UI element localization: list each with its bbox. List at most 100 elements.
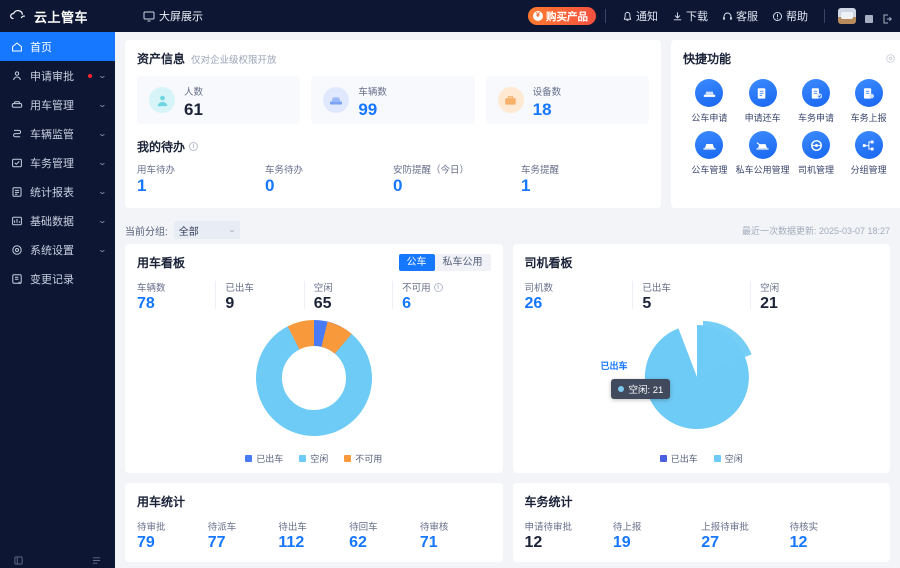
car-manage-icon (11, 99, 23, 111)
chevron-down-icon: ⌄ (97, 245, 108, 254)
quick-item-car-apply[interactable]: 公车申请 (683, 79, 736, 124)
todo-value: 0 (265, 176, 275, 195)
stat-label: 待审核 (419, 522, 449, 533)
quick-item-label: 司机管理 (797, 165, 834, 175)
gear-icon[interactable] (885, 51, 896, 63)
header-item-download[interactable]: 下载 (672, 8, 708, 24)
header-item-help[interactable]: 帮助 (772, 8, 808, 24)
quick-item-private-car[interactable]: 私车公用管理 (736, 131, 790, 176)
chevron-down-icon: ⌄ (97, 158, 108, 167)
stat-cell[interactable]: 待上报 19 (613, 519, 701, 552)
quick-item-service-report[interactable]: 车务上报 (842, 79, 895, 124)
group-select[interactable]: 全部 ⌄ (173, 221, 240, 239)
todo-cell[interactable]: 用车待办 1 (137, 162, 265, 196)
sidebar-item-label: 车辆监管 (30, 128, 74, 141)
asset-tile-value: 18 (532, 99, 552, 119)
quick-item-driver[interactable]: 司机管理 (790, 131, 843, 176)
driver-board-card: 司机看板 司机数 26 已出车 5 空闲 21 已出车 空闲 空闲: 21 已出… (512, 244, 890, 473)
quick-functions-card: 快捷功能 公车申请 申请还车 车务申请 车务上报 公车管理 私车公用管理 司机管… (671, 40, 900, 208)
grid-icon[interactable] (864, 11, 874, 23)
driver-icon (802, 131, 830, 159)
logout-icon[interactable] (882, 11, 892, 24)
stat-label: 待出车 (278, 522, 307, 533)
brand-name: 云上管车 (34, 9, 89, 25)
sidebar-item-car-manage[interactable]: 用车管理 ⌄ (0, 90, 115, 119)
top-row: 资产信息 仅对企业级权限开放 人数 61 车辆数 99 设备数 18 我的待办 … (125, 40, 900, 208)
todo-cell[interactable]: 车务待办 0 (265, 162, 393, 196)
service-apply-icon (802, 79, 830, 107)
stat-cell[interactable]: 申请待审批 12 (525, 519, 613, 552)
sidebar-item-system-settings[interactable]: 系统设置 ⌄ (0, 235, 115, 264)
sidebar-item-change-log[interactable]: 变更记录 (0, 264, 115, 293)
legend-label: 已出车 (256, 454, 284, 464)
stat-cell[interactable]: 上报待审批 27 (701, 519, 789, 552)
stat-cell[interactable]: 待审批 79 (137, 519, 208, 552)
history-icon (11, 273, 23, 285)
quick-item-label: 车务申请 (797, 113, 834, 123)
kpi-label: 空闲 (313, 283, 333, 294)
driver-board-title: 司机看板 (524, 256, 573, 270)
legend-idle[interactable]: 空闲 (299, 452, 328, 465)
bigscreen-label: 大屏展示 (159, 11, 203, 23)
legend-swatch (344, 455, 352, 462)
legend-dispatched[interactable]: 已出车 (659, 452, 698, 465)
legend-dispatched[interactable]: 已出车 (245, 452, 283, 465)
legend-unavailable[interactable]: 不可用 (344, 452, 382, 465)
sidebar-item-approval[interactable]: 申请审批 ⌄ (0, 61, 115, 90)
pie-svg (645, 320, 752, 429)
asset-tile-devices[interactable]: 设备数 18 (485, 76, 649, 124)
quick-item-service-apply[interactable]: 车务申请 (790, 79, 843, 124)
sidebar-item-service-manage[interactable]: 车务管理 ⌄ (0, 148, 115, 177)
todo-cell[interactable]: 安防提醒（今日） 0 (393, 162, 521, 196)
list-icon[interactable] (92, 552, 101, 564)
todo-label: 车务待办 (265, 165, 304, 176)
header-item-label: 帮助 (786, 11, 808, 23)
brand[interactable]: 云上管车 (0, 7, 115, 26)
kpi-value: 78 (137, 295, 155, 312)
stat-value: 12 (524, 534, 543, 551)
filter-row: 当前分组: 全部 ⌄ 最近一次数据更新: 2025-03-07 18:27 (125, 216, 890, 244)
service-report-icon (854, 79, 883, 107)
stat-cell[interactable]: 待回车 62 (349, 519, 420, 552)
quick-item-public-car[interactable]: 公车管理 (683, 131, 736, 176)
buy-product-button[interactable]: ¥ 购买产品 (528, 7, 596, 25)
sidebar-item-report[interactable]: 统计报表 ⌄ (0, 177, 115, 206)
kpi-label: 空闲 (760, 283, 780, 294)
legend-idle[interactable]: 空闲 (713, 452, 743, 465)
todo-cell[interactable]: 车务提醒 1 (521, 162, 649, 196)
driver-board-head: 司机看板 (525, 254, 879, 271)
sidebar-item-home[interactable]: 首页 (0, 32, 115, 61)
person-icon (149, 87, 175, 113)
sidebar-item-vehicle-monitor[interactable]: 车辆监管 ⌄ (0, 119, 115, 148)
collapse-icon[interactable] (14, 552, 23, 565)
tab-private-car[interactable]: 私车公用 (434, 254, 491, 271)
cloud-car-logo-icon (10, 9, 30, 23)
stat-cell[interactable]: 待出车 112 (278, 519, 349, 552)
header-item-support[interactable]: 客服 (722, 8, 758, 24)
stat-cell[interactable]: 待审核 71 (420, 519, 491, 552)
bigscreen-entry[interactable]: 大屏展示 (143, 8, 203, 24)
kpi-value: 5 (642, 295, 652, 312)
stat-label: 待回车 (349, 522, 378, 533)
driver-chart-legend: 已出车 空闲 (525, 452, 879, 465)
kpi-label: 司机数 (524, 283, 554, 294)
info-circle-icon[interactable]: i (189, 142, 199, 151)
quick-item-group[interactable]: 分组管理 (842, 131, 895, 176)
info-circle-icon[interactable]: i (433, 282, 443, 292)
asset-tile-people[interactable]: 人数 61 (137, 76, 301, 124)
kpi-unavailable: 不可用 i 6 (392, 280, 490, 313)
avatar[interactable] (838, 8, 856, 24)
asset-tile-vehicles[interactable]: 车辆数 99 (311, 76, 475, 124)
tab-public-car[interactable]: 公车 (398, 254, 435, 271)
quick-item-return-car[interactable]: 申请还车 (736, 79, 790, 124)
stat-value: 62 (349, 534, 367, 551)
todo-title: 我的待办 (137, 140, 186, 154)
stat-cell[interactable]: 待核实 12 (790, 519, 878, 552)
sidebar-item-base-data[interactable]: 基础数据 ⌄ (0, 206, 115, 235)
header-item-notify[interactable]: 通知 (622, 8, 658, 24)
stat-cell[interactable]: 待派车 77 (208, 519, 279, 552)
asset-tile-label: 车辆数 (358, 86, 387, 98)
home-icon (11, 41, 23, 53)
top-header: 云上管车 大屏展示 ¥ 购买产品 通知 下载 客服 帮助 (0, 0, 900, 32)
todo-value: 1 (521, 176, 531, 195)
